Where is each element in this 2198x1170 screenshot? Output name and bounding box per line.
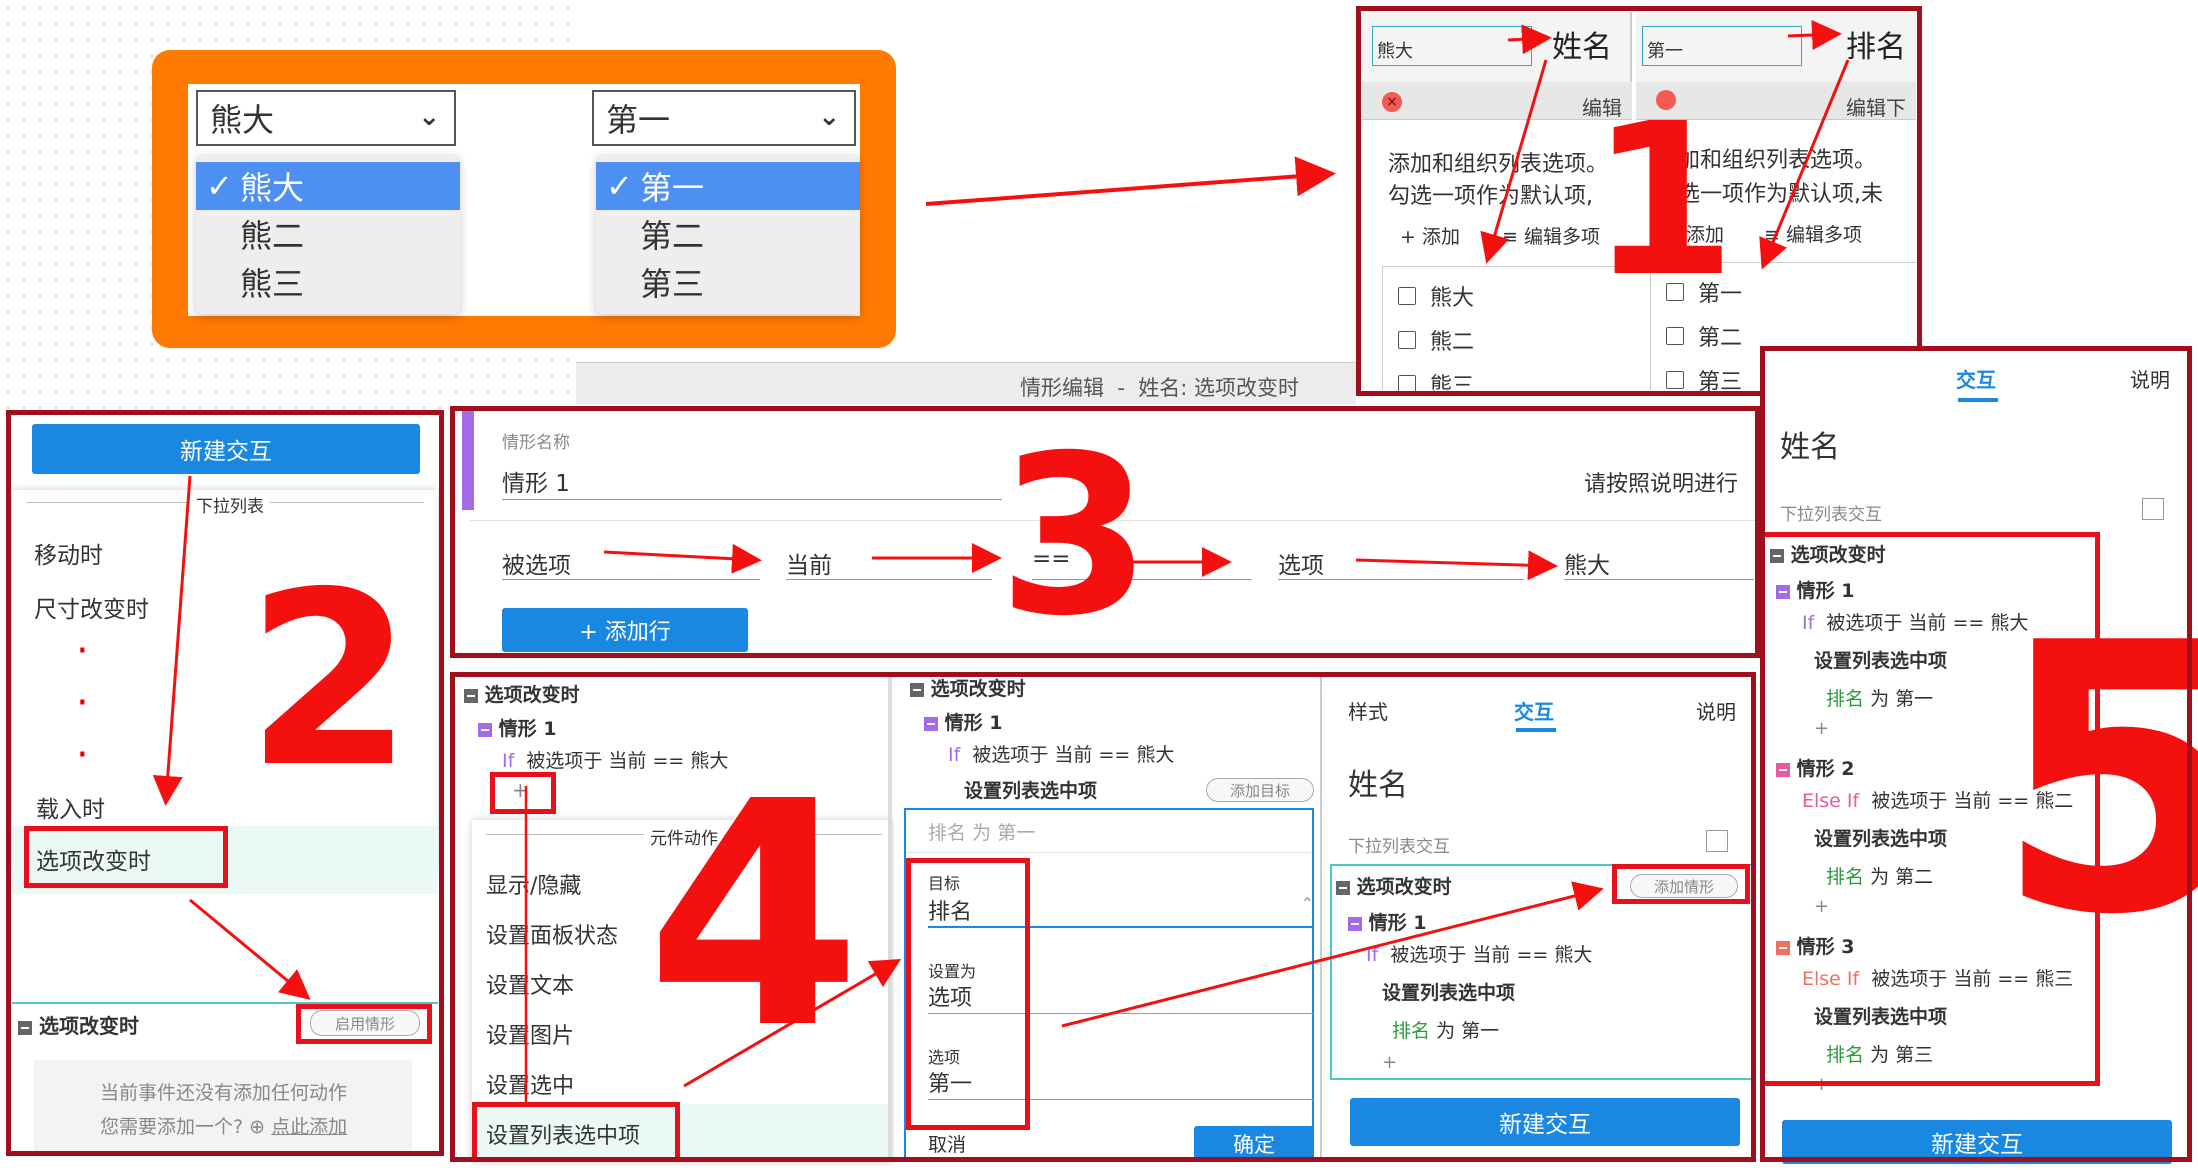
rank-dropdown-value: 第一: [606, 101, 671, 139]
rank-dropdown[interactable]: 第一 ⌄: [592, 90, 856, 146]
option-label: 第二: [640, 217, 705, 255]
option[interactable]: 熊二: [196, 210, 460, 258]
option-label: 熊二: [240, 217, 305, 255]
option-label: 第三: [640, 265, 705, 303]
option[interactable]: 熊三: [196, 258, 460, 306]
demo-panel: 熊大 ⌄ ✓ 熊大 熊二 熊三 第一 ⌄ ✓ 第一 第二 第三: [152, 50, 896, 348]
rank-dropdown-list: ✓ 第一 第二 第三: [596, 154, 860, 314]
case-editor-header: 情形编辑 - 姓名: 选项改变时: [1020, 376, 1300, 400]
option-label: 第一: [640, 169, 705, 207]
chevron-down-icon: ⌄: [418, 102, 440, 132]
arrow: [925, 156, 1336, 206]
check-icon: ✓: [606, 167, 633, 205]
name-dropdown-list: ✓ 熊大 熊二 熊三: [196, 154, 460, 314]
option-selected[interactable]: ✓ 熊大: [196, 162, 460, 210]
option-label: 熊三: [240, 265, 305, 303]
option[interactable]: 第三: [596, 258, 860, 306]
option[interactable]: 第二: [596, 210, 860, 258]
chevron-down-icon: ⌄: [818, 102, 840, 132]
name-dropdown[interactable]: 熊大 ⌄: [196, 90, 456, 146]
name-dropdown-value: 熊大: [210, 101, 275, 139]
option-label: 熊大: [240, 169, 305, 207]
check-icon: ✓: [206, 167, 233, 205]
option-selected[interactable]: ✓ 第一: [596, 162, 860, 210]
